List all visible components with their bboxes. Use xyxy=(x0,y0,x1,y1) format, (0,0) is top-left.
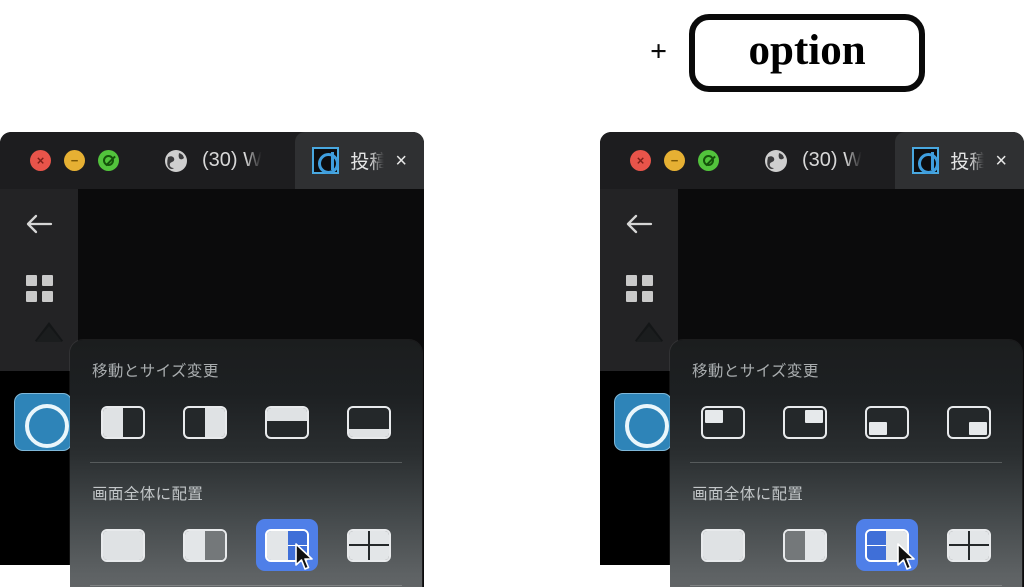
tile-top-right-quarter-button[interactable] xyxy=(774,396,836,448)
browser-tab[interactable]: 投稿 × xyxy=(295,132,424,189)
sidebar-bottom-edge xyxy=(0,565,78,587)
back-arrow-icon[interactable] xyxy=(624,211,654,237)
tile-bottom-right-quarter-button[interactable] xyxy=(938,396,1000,448)
arrange-split-right-stacked-button[interactable] xyxy=(256,519,318,571)
section-title-move: 移動とサイズ変更 xyxy=(692,363,819,380)
tile-right-half-button[interactable] xyxy=(174,396,236,448)
sidebar-app-list xyxy=(0,371,78,587)
close-window-button[interactable]: × xyxy=(30,150,51,171)
globe-icon xyxy=(763,148,789,174)
grid-apps-icon[interactable] xyxy=(625,275,653,302)
app-window: × − (30) W 投稿 × 移動とサイズ変更 画面全体に配置 xyxy=(600,132,1024,587)
tile-bottom-half-button[interactable] xyxy=(338,396,400,448)
sidebar-bottom-edge xyxy=(600,565,678,587)
move-resize-icon-row xyxy=(670,381,1022,448)
arrange-single-full-button[interactable] xyxy=(92,519,154,571)
tile-top-half-button[interactable] xyxy=(256,396,318,448)
plus-sign: + xyxy=(650,35,668,69)
arrange-split-left-stacked-button[interactable] xyxy=(856,519,918,571)
tab-title: 投稿 xyxy=(350,152,385,173)
arrange-two-halves-mirrored-button[interactable] xyxy=(774,519,836,571)
app-logo-icon xyxy=(912,147,940,174)
app-window: × − (30) W 投稿 × 移動とサイズ変更 画面全体に配置 xyxy=(0,132,424,587)
app-tile-circle-icon[interactable] xyxy=(14,393,72,451)
window-tiling-menu: 移動とサイズ変更 画面全体に配置 xyxy=(670,340,1022,587)
tile-left-half-button[interactable] xyxy=(92,396,154,448)
arrange-four-quadrants-button[interactable] xyxy=(938,519,1000,571)
arrange-single-full-button[interactable] xyxy=(692,519,754,571)
panel-default: × − (30) W 投稿 × 移動とサイズ変更 画面全体に配置 xyxy=(0,132,424,587)
arrange-four-quadrants-button[interactable] xyxy=(338,519,400,571)
minimize-window-button[interactable]: − xyxy=(664,150,685,171)
back-arrow-icon[interactable] xyxy=(24,211,54,237)
section-title-move: 移動とサイズ変更 xyxy=(92,363,219,380)
arrange-icon-row xyxy=(70,504,422,571)
titlebar-center: (30) W xyxy=(163,148,262,174)
section-title-arrange: 画面全体に配置 xyxy=(692,486,804,503)
minimize-window-button[interactable]: − xyxy=(64,150,85,171)
app-logo-icon xyxy=(312,147,340,174)
traffic-lights: × − xyxy=(630,150,719,171)
browser-tab[interactable]: 投稿 × xyxy=(895,132,1024,189)
titlebar-center: (30) W xyxy=(763,148,862,174)
tile-top-left-quarter-button[interactable] xyxy=(692,396,754,448)
app-tile-circle-icon[interactable] xyxy=(614,393,672,451)
window-titlebar: × − (30) W 投稿 × xyxy=(0,132,424,189)
window-tiling-menu: 移動とサイズ変更 画面全体に配置 xyxy=(70,340,422,587)
traffic-lights: × − xyxy=(30,150,119,171)
arrange-two-halves-button[interactable] xyxy=(174,519,236,571)
move-resize-icon-row xyxy=(70,381,422,448)
window-title: (30) W xyxy=(202,149,262,171)
panel-option-held: × − (30) W 投稿 × 移動とサイズ変更 画面全体に配置 xyxy=(600,132,1024,587)
grid-apps-icon[interactable] xyxy=(25,275,53,302)
tile-bottom-left-quarter-button[interactable] xyxy=(856,396,918,448)
arrange-icon-row xyxy=(670,504,1022,571)
close-icon[interactable]: × xyxy=(995,151,1007,171)
app-sidebar xyxy=(0,189,78,587)
window-title: (30) W xyxy=(802,149,862,171)
zoom-window-button[interactable] xyxy=(698,150,719,171)
option-keycap-label: option xyxy=(748,27,866,74)
sidebar-app-list xyxy=(600,371,678,587)
window-titlebar: × − (30) W 投稿 × xyxy=(600,132,1024,189)
globe-icon xyxy=(163,148,189,174)
option-keycap: option xyxy=(689,14,926,93)
screenshot-stage: + option × − (30) W 投稿 × 移動とサイズ変更 画面全体に配… xyxy=(0,0,1024,587)
close-icon[interactable]: × xyxy=(395,151,407,171)
app-sidebar xyxy=(600,189,678,587)
section-title-arrange: 画面全体に配置 xyxy=(92,486,204,503)
close-window-button[interactable]: × xyxy=(630,150,651,171)
option-keycap-annotation: + option xyxy=(650,14,926,93)
zoom-window-button[interactable] xyxy=(98,150,119,171)
tab-title: 投稿 xyxy=(950,152,985,173)
